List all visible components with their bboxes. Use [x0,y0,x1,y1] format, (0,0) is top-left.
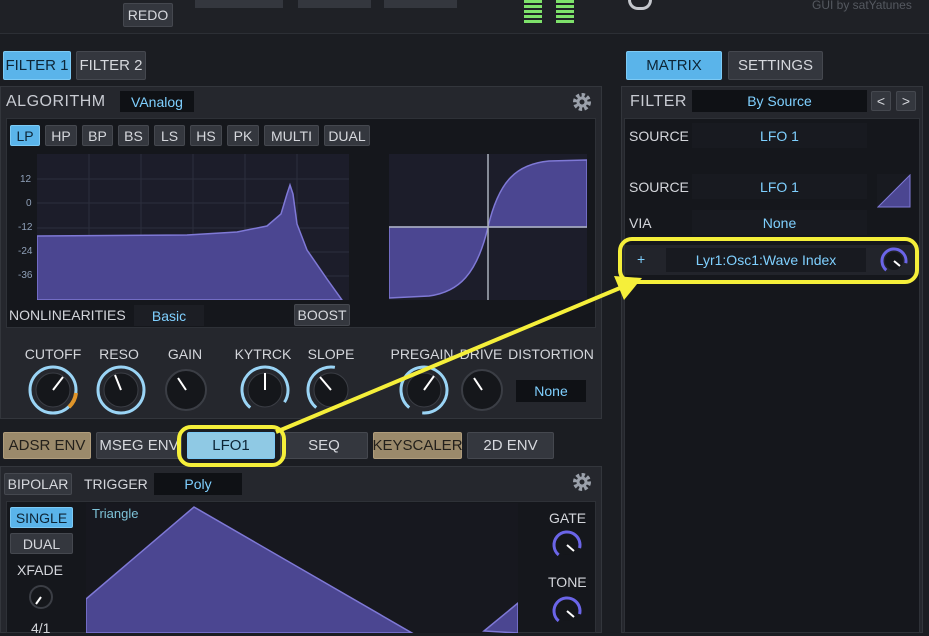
filter-type-dual[interactable]: DUAL [324,125,370,146]
algorithm-label: ALGORITHM [6,93,106,110]
tab-filter-1[interactable]: FILTER 1 [3,51,71,80]
rate-value: 4/1 [31,620,51,636]
lfo-waveform-graph [86,503,518,633]
toolbar-button[interactable] [195,0,283,8]
reso-knob[interactable] [93,364,149,416]
nonlinearities-select[interactable]: Basic [134,305,204,326]
tab-mseg-env[interactable]: MSEG ENV [96,432,182,459]
tick-label: 0 [26,198,32,209]
source-select[interactable]: LFO 1 [692,123,867,148]
gain-label: GAIN [167,346,203,362]
matrix-filter-select[interactable]: By Source [692,90,867,112]
tick-label: -36 [18,270,33,281]
gain-knob[interactable] [158,364,214,416]
tab-matrix[interactable]: MATRIX [626,51,722,80]
via-label: VIA [629,215,652,231]
filter-type-ls[interactable]: LS [154,125,185,146]
tab-settings[interactable]: SETTINGS [728,51,823,80]
credit-text: GUI by satYatunes [812,0,912,12]
cutoff-knob[interactable] [25,364,81,416]
curve-shape-icon[interactable] [877,174,911,208]
filter-type-pk[interactable]: PK [227,125,259,146]
xfade-knob[interactable] [27,583,55,611]
matrix-filter-label: FILTER [630,93,687,110]
prev-button[interactable]: < [871,91,891,111]
tone-label: TONE [548,574,587,590]
next-button[interactable]: > [896,91,916,111]
nonlinearities-label: NONLINEARITIES [9,307,126,323]
tone-knob[interactable] [551,595,583,627]
filter-type-bp[interactable]: BP [82,125,113,146]
tick-label: -12 [18,222,33,233]
toolbar-button[interactable] [298,0,371,8]
trigger-label: TRIGGER [84,476,148,492]
single-button[interactable]: SINGLE [10,507,73,528]
arrow-annotation [275,276,642,434]
redo-button[interactable]: REDO [123,3,173,27]
gear-icon[interactable] [571,91,593,113]
dual-button[interactable]: DUAL [10,533,73,554]
level-meter-left [524,0,542,24]
level-meter-right [556,0,574,24]
filter-type-multi[interactable]: MULTI [264,125,319,146]
filter-type-hp[interactable]: HP [45,125,77,146]
filter-type-lp[interactable]: LP [10,125,40,146]
bipolar-button[interactable]: BIPOLAR [4,473,72,495]
tab-filter-2[interactable]: FILTER 2 [76,51,146,80]
tick-label: 12 [20,174,32,185]
filter-type-bs[interactable]: BS [118,125,149,146]
source-select[interactable]: LFO 1 [692,174,867,199]
xfade-label: XFADE [17,562,63,578]
via-select[interactable]: None [692,210,867,235]
filter-type-hs[interactable]: HS [190,125,222,146]
cutoff-label: CUTOFF [24,346,82,362]
trigger-select[interactable]: Poly [154,473,242,495]
gear-icon[interactable] [571,471,593,493]
highlight-mod-target [618,237,919,284]
gate-label: GATE [549,510,587,526]
source-label: SOURCE [629,128,689,144]
tick-label: -24 [18,246,33,257]
wave-name: Triangle [92,506,139,521]
source-label: SOURCE [629,179,689,195]
algorithm-select[interactable]: VAnalog [120,91,194,112]
reso-label: RESO [99,346,139,362]
gate-knob[interactable] [551,529,583,561]
toolbar-button[interactable] [384,0,457,8]
tab-adsr-env[interactable]: ADSR ENV [3,432,91,459]
